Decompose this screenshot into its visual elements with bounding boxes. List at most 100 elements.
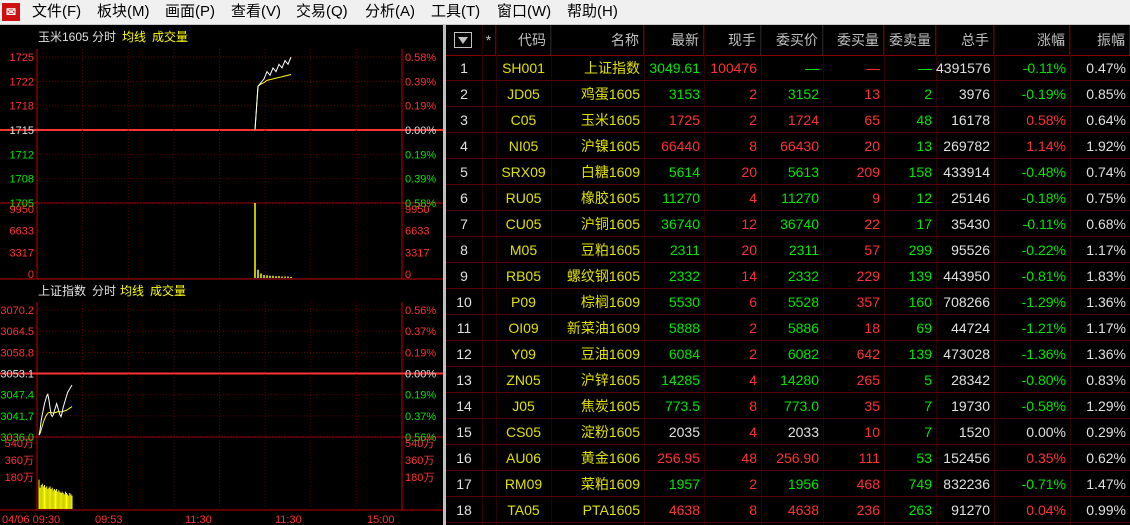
table-row[interactable]: 8 M05 豆粕1605 2311 20 2311 57 299 95526 -0.22% 1.17… [446, 237, 1130, 263]
cell-amp: 0.75% [1086, 190, 1126, 206]
logo-icon[interactable]: ✉ [2, 3, 20, 21]
cell-bid: — [805, 60, 819, 76]
cell-bidq: 10 [864, 424, 880, 440]
cell-idx: 4 [460, 138, 468, 154]
cell-code: JD05 [507, 86, 540, 102]
cell-vol: 8 [749, 138, 757, 154]
cell-code: OI09 [508, 320, 539, 336]
table-row[interactable]: 18 TA05 PTA1605 4638 8 4638 236 263 91270 0.04% 0.… [446, 497, 1130, 523]
menu-item-5[interactable]: 交易(Q) [296, 3, 348, 21]
price-line [254, 56, 292, 131]
table-row[interactable]: 15 CS05 淀粉1605 2035 4 2033 10 7 1520 0.00% 0.29% [446, 419, 1130, 445]
cell-last: 2332 [668, 268, 700, 284]
cell-idx: 13 [456, 372, 472, 388]
menu-item-6[interactable]: 分析(A) [365, 3, 415, 21]
column-header[interactable]: 代码 [496, 25, 551, 55]
cell-code: NI05 [508, 138, 539, 154]
column-header[interactable]: 现手 [704, 25, 761, 55]
column-header[interactable]: 总手 [936, 25, 994, 55]
cell-bidq: 209 [856, 164, 880, 180]
cell-name: 棕榈1609 [580, 294, 640, 310]
column-header[interactable]: * [482, 25, 496, 55]
menu-item-4[interactable]: 查看(V) [231, 3, 281, 21]
menu-item-8[interactable]: 窗口(W) [497, 3, 551, 21]
cell-vol: 2 [749, 346, 757, 362]
table-row[interactable]: 7 CU05 沪铜1605 36740 12 36740 22 17 35430 -0.11% 0.… [446, 211, 1130, 237]
cell-code: AU06 [505, 450, 542, 466]
table-row[interactable]: 2 JD05 鸡蛋1605 3153 2 3152 13 2 3976 -0.19% 0.85% [446, 81, 1130, 107]
menu-item-9[interactable]: 帮助(H) [567, 3, 618, 21]
menu-item-3[interactable]: 画面(P) [165, 3, 215, 21]
chart-title-part: 成交量 [150, 283, 186, 298]
price-tick-label: 1722 [10, 76, 34, 88]
table-row[interactable]: 12 Y09 豆油1609 6084 2 6082 642 139 473028 -1.36% 1.… [446, 341, 1130, 367]
cell-name: 新菜油1609 [566, 320, 640, 336]
table-row[interactable]: 5 SRX09 白糖1609 5614 20 5613 209 158 433914 -0.48%… [446, 159, 1130, 185]
cell-idx: 10 [456, 294, 472, 310]
cell-last: 1725 [668, 112, 700, 128]
price-tick-label: 1715 [10, 125, 34, 137]
cell-name: 白糖1609 [580, 164, 640, 180]
cell-code: CS05 [505, 424, 542, 440]
cell-bidq: 20 [864, 138, 880, 154]
column-header[interactable]: 委买价 [761, 25, 823, 55]
table-row[interactable]: 4 NI05 沪镍1605 66440 8 66430 20 13 269782 1.14% 1.9… [446, 133, 1130, 159]
cell-name: 上证指数 [584, 60, 640, 76]
cell-last: 773.5 [664, 398, 700, 414]
cell-amp: 1.29% [1086, 398, 1126, 414]
cell-idx: 16 [456, 450, 472, 466]
menu-item-2[interactable]: 板块(M) [97, 3, 150, 21]
intraday-charts[interactable]: 玉米1605 分时 均线 成交量1725 0.58%1722 0.39%1718 0.19%… [0, 25, 443, 525]
cell-amp: 0.47% [1086, 60, 1126, 76]
cell-chg: -0.19% [1021, 86, 1066, 102]
cell-code: ZN05 [506, 372, 541, 388]
pct-tick-label: 0.39% [405, 174, 436, 186]
table-row[interactable]: 3 C05 玉米1605 1725 2 1724 65 48 16178 0.58% 0.64% [446, 107, 1130, 133]
cell-total: 35430 [951, 216, 990, 232]
column-header[interactable]: 涨幅 [994, 25, 1070, 55]
cell-idx: 12 [456, 346, 472, 362]
cell-chg: -0.81% [1021, 268, 1066, 284]
table-row[interactable]: 13 ZN05 沪锌1605 14285 4 14280 265 5 28342 -0.80% 0.… [446, 367, 1130, 393]
cell-code: RM09 [504, 476, 543, 492]
table-row[interactable]: 17 RM09 菜粕1609 1957 2 1956 468 749 832236 -0.71% 1… [446, 471, 1130, 497]
cell-total: 19730 [951, 398, 990, 414]
menu-item-1[interactable]: 文件(F) [32, 3, 81, 21]
cell-amp: 0.64% [1086, 112, 1126, 128]
cell-bidq: 35 [864, 398, 880, 414]
table-row[interactable]: 10 P09 棕榈1609 5530 6 5528 357 160 708266 -1.29% 1.… [446, 289, 1130, 315]
table-row[interactable]: 16 AU06 黄金1606 256.95 48 256.90 111 53 152456 0.3… [446, 445, 1130, 471]
cell-vol: 100476 [710, 60, 757, 76]
column-header[interactable]: 名称 [551, 25, 644, 55]
volume-tick-label-right: 0 [405, 269, 411, 281]
table-row[interactable]: 14 J05 焦炭1605 773.5 8 773.0 35 7 19730 -0.58% 1.29… [446, 393, 1130, 419]
cell-chg: 0.00% [1026, 424, 1066, 440]
menu-item-7[interactable]: 工具(T) [431, 3, 480, 21]
cell-idx: 14 [456, 398, 472, 414]
cell-total: 1520 [958, 424, 990, 440]
table-row[interactable]: 9 RB05 螺纹钢1605 2332 14 2332 229 139 443950 -0.81%… [446, 263, 1130, 289]
cell-askq: 158 [908, 164, 932, 180]
pct-tick-label: 0.37% [405, 411, 436, 423]
column-selector-button[interactable] [454, 32, 472, 48]
time-axis-label: 15:00 [367, 514, 395, 525]
column-header[interactable]: 振幅 [1070, 25, 1130, 55]
cell-askq: 2 [924, 86, 932, 102]
table-row[interactable]: 1 SH001 上证指数 3049.61 100476— — —4391576 -0.11% 0… [446, 55, 1130, 81]
cell-bidq: 236 [856, 502, 880, 518]
cell-vol: 2 [749, 86, 757, 102]
cell-total: 95526 [951, 242, 990, 258]
cell-bidq: 642 [856, 346, 880, 362]
column-header[interactable]: 委卖量 [884, 25, 936, 55]
table-row[interactable]: 6 RU05 橡胶1605 11270 4 11270 9 12 25146 -0.18% 0.75… [446, 185, 1130, 211]
column-header[interactable]: 委买量 [823, 25, 884, 55]
cell-code: P09 [511, 294, 536, 310]
table-row[interactable]: 11 OI09 新菜油1609 5888 2 5886 18 69 44724 -1.21% 1.1… [446, 315, 1130, 341]
cell-last: 3153 [668, 86, 700, 102]
price-tick-label: 3053.1 [0, 369, 34, 381]
cell-askq: 299 [908, 242, 932, 258]
time-axis-label: 11:30 [275, 514, 302, 525]
cell-chg: -0.58% [1021, 398, 1066, 414]
cell-vol: 12 [741, 216, 757, 232]
column-header[interactable]: 最新 [644, 25, 704, 55]
